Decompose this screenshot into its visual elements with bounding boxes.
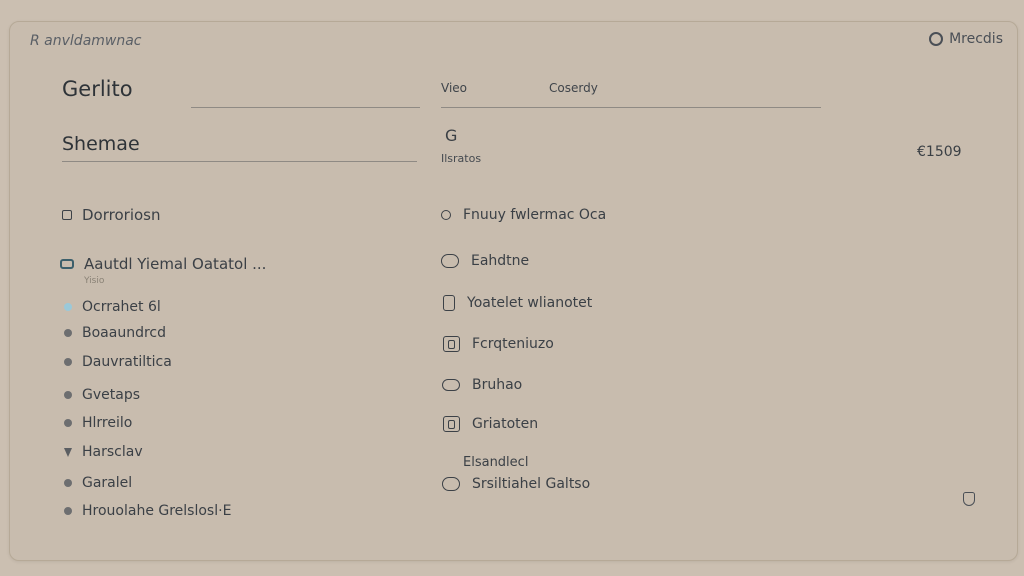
option-label: Srsiltiahel Galtso (472, 476, 591, 492)
list-item[interactable]: Harsclav (64, 444, 143, 460)
list-item-label: Ocrrahet 6l (82, 299, 161, 315)
list-item[interactable]: Dauvratiltica (64, 354, 172, 370)
option-label: Fnuuy fwlermac Oca (463, 207, 607, 223)
dot-icon (64, 358, 72, 366)
title-underline (191, 107, 420, 108)
oval-icon (442, 379, 460, 391)
sidebar-section[interactable]: Dorroriosn (62, 206, 160, 224)
section-underline (62, 161, 417, 162)
option-item[interactable]: Yoatelet wlianotet (443, 295, 592, 311)
list-item[interactable]: Gvetaps (64, 387, 140, 403)
rounded-icon (442, 477, 460, 491)
folder-icon (60, 259, 74, 269)
option-label: Fcrqteniuzo (472, 336, 554, 352)
dot-icon (64, 391, 72, 399)
list-item-label: Garalel (82, 475, 133, 491)
sidebar-section-label: Dorroriosn (82, 206, 161, 224)
option-label: Yoatelet wlianotet (467, 295, 593, 311)
triangle-icon (64, 447, 72, 457)
square-icon (443, 416, 460, 432)
dot-icon (64, 303, 72, 311)
list-item-label: Hlrreilo (82, 415, 133, 431)
option-item[interactable]: Srsiltiahel Galtso (442, 476, 590, 492)
list-item[interactable]: Hlrreilo (64, 415, 132, 431)
header-divider (441, 107, 821, 108)
dot-icon (64, 507, 72, 515)
folder-label: Aautdl Yiemal Oatatol ... (84, 255, 267, 273)
folder-item[interactable]: Aautdl Yiemal Oatatol ... (60, 255, 266, 273)
dot-icon (64, 479, 72, 487)
rounded-icon (441, 254, 459, 268)
dot-icon (64, 329, 72, 337)
list-item[interactable]: Hrouolahe Grelslosl·E (64, 503, 231, 519)
folder-hint: Yisio (84, 276, 105, 286)
option-item[interactable]: Fcrqteniuzo (443, 336, 554, 352)
g-icon: G (445, 126, 458, 145)
document-icon (62, 210, 72, 220)
user-circle-icon (929, 32, 944, 46)
dot-icon (64, 419, 72, 427)
list-item-label: Hrouolahe Grelslosl·E (82, 503, 232, 519)
list-item[interactable]: Boaaundrcd (64, 325, 166, 341)
option-label: Bruhao (472, 377, 523, 393)
option-item[interactable]: Bruhao (442, 377, 522, 393)
shield-icon[interactable] (963, 492, 975, 506)
tall-icon (443, 295, 455, 311)
option-item[interactable]: Griatoten (443, 416, 538, 432)
option-label: Griatoten (472, 416, 539, 432)
list-item[interactable]: Ocrrahet 6l (64, 299, 161, 315)
list-item-label: Harsclav (82, 444, 143, 460)
amount-value: €1509 (917, 144, 962, 160)
list-item-label: Boaaundrcd (82, 325, 166, 341)
column-header-category[interactable]: Coserdy (549, 81, 598, 95)
user-label: Mrecdis (949, 31, 1003, 47)
app-title: R anvldamwnac (30, 33, 142, 49)
sub-label: Ilsratos (441, 152, 482, 165)
column-header-view[interactable]: Vieo (441, 81, 467, 95)
page-title: Gerlito (62, 77, 133, 101)
option-label: Eahdtne (471, 253, 530, 269)
list-item[interactable]: Garalel (64, 475, 132, 491)
section-title: Shemae (62, 133, 140, 155)
list-item-label: Dauvratiltica (82, 354, 172, 370)
floating-label: Elsandlecl (463, 455, 529, 470)
option-item[interactable]: Fnuuy fwlermac Oca (441, 207, 606, 223)
option-item[interactable]: Eahdtne (441, 253, 529, 269)
square-icon (443, 336, 460, 352)
radio-icon (441, 210, 451, 220)
list-item-label: Gvetaps (82, 387, 140, 403)
user-menu[interactable]: Mrecdis (929, 31, 1003, 47)
